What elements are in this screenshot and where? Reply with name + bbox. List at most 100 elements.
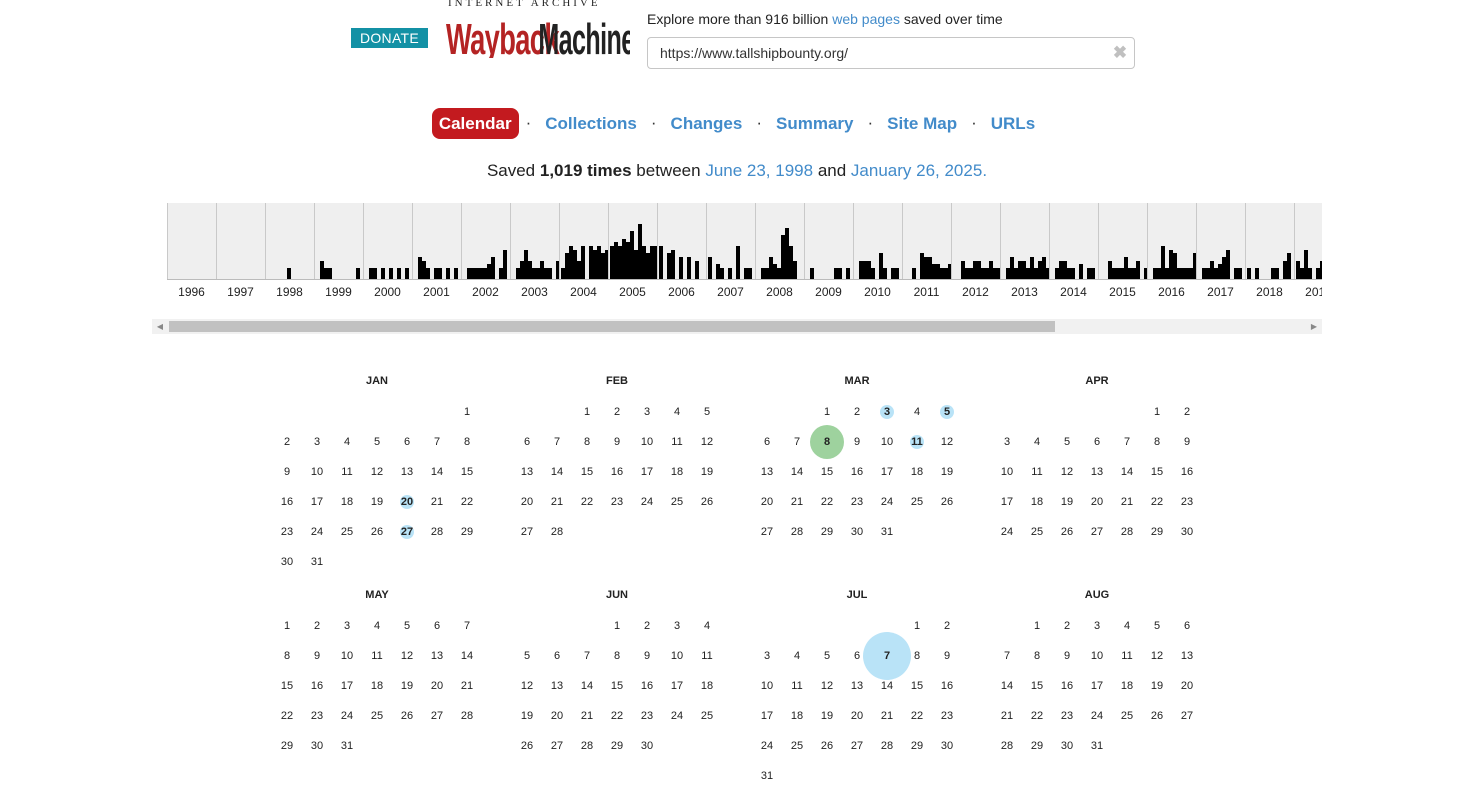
year-label-2017[interactable]: 2017 [1196,285,1245,299]
sparkline-bar [744,268,748,279]
calendar-day: 14 [1120,466,1134,478]
sparkline-bar [838,268,842,279]
sparkline-chart[interactable] [167,203,1322,280]
scrollbar-thumb[interactable] [169,321,1055,332]
calendar-day-snapshot[interactable]: 27 [392,517,422,547]
sparkline-year-bg [167,203,216,280]
calendar-day-snapshot[interactable]: 3 [872,397,902,427]
sparkline-bar [479,268,483,279]
web-pages-link[interactable]: web pages [832,11,900,27]
calendar-day-snapshot[interactable]: 5 [932,397,962,427]
calendar-day: 9 [1183,436,1191,448]
sparkline-bar [695,261,699,279]
calendar-day-snapshot[interactable]: 8 [812,427,842,457]
tab-urls[interactable]: URLs [984,108,1042,139]
calendar-day: 9 [313,650,321,662]
calendar-day: 13 [430,650,444,662]
tab-collections[interactable]: Collections [538,108,644,139]
calendar-day: 24 [1000,526,1014,538]
saved-and: and [817,161,847,180]
url-input[interactable] [660,38,1100,68]
tab-site-map[interactable]: Site Map [880,108,964,139]
year-label-2014[interactable]: 2014 [1049,285,1098,299]
year-label-2010[interactable]: 2010 [853,285,902,299]
calendar-day: 27 [760,526,774,538]
sparkline-bar [1030,257,1034,279]
url-search-box[interactable]: ✖ [647,37,1135,69]
year-label-2001[interactable]: 2001 [412,285,461,299]
sparkline-bar [573,250,577,279]
capture-sparkline[interactable] [167,203,1322,280]
scroll-left-icon[interactable]: ◀ [154,321,166,332]
year-label-2011[interactable]: 2011 [902,285,951,299]
first-capture-link[interactable]: June 23, 1998 [705,161,813,180]
year-label-1996[interactable]: 1996 [167,285,216,299]
sparkline-bar [1296,261,1300,279]
scroll-right-icon[interactable]: ▶ [1308,321,1320,332]
last-capture-link[interactable]: January 26, 2025 [851,161,982,180]
clear-icon[interactable]: ✖ [1110,41,1130,65]
year-label-1997[interactable]: 1997 [216,285,265,299]
sparkline-scrollbar[interactable]: ◀ ▶ [152,319,1322,334]
sparkline-bar [1210,261,1214,279]
calendar-day: 18 [1030,496,1044,508]
sparkline-bar [761,268,765,279]
tab-summary[interactable]: Summary [769,108,860,139]
year-label-2012[interactable]: 2012 [951,285,1000,299]
sparkline-bar [1059,261,1063,279]
year-label-2019[interactable]: 2019 [1294,285,1322,299]
sparkline-bar [356,268,360,279]
tab-calendar[interactable]: Calendar [431,107,519,139]
calendar-day: 9 [853,436,861,448]
year-label-2013[interactable]: 2013 [1000,285,1049,299]
calendar-day: 4 [1033,436,1041,448]
wayback-machine-logo[interactable]: INTERNET ARCHIVE Wayback Machine [446,0,635,64]
sparkline-bar [679,257,683,279]
year-label-2003[interactable]: 2003 [510,285,559,299]
calendar-day: 18 [340,496,354,508]
year-label-2005[interactable]: 2005 [608,285,657,299]
sparkline-bar [405,268,409,279]
year-label-2016[interactable]: 2016 [1147,285,1196,299]
calendar-day: 22 [280,710,294,722]
sparkline-bar [859,261,863,279]
year-label-2004[interactable]: 2004 [559,285,608,299]
year-label-2007[interactable]: 2007 [706,285,755,299]
calendar-day-snapshot[interactable]: 20 [392,487,422,517]
calendar-day: 30 [1180,526,1194,538]
calendar-day: 19 [370,496,384,508]
calendar-day-snapshot[interactable]: 7 [872,641,902,671]
calendar-day: 23 [640,710,654,722]
calendar-day: 15 [280,680,294,692]
calendar-day: 7 [433,436,441,448]
calendar-day: 28 [550,526,564,538]
calendar-day: 10 [670,650,684,662]
calendar-day-snapshot[interactable]: 11 [902,427,932,457]
calendar-day: 27 [520,526,534,538]
year-label-2008[interactable]: 2008 [755,285,804,299]
donate-button[interactable]: DONATE [351,28,428,48]
sparkline-bar [920,253,924,279]
year-label-2018[interactable]: 2018 [1245,285,1294,299]
year-label-2000[interactable]: 2000 [363,285,412,299]
year-label-2006[interactable]: 2006 [657,285,706,299]
calendar-day: 4 [1123,620,1131,632]
year-label-1998[interactable]: 1998 [265,285,314,299]
calendar-day: 29 [460,526,474,538]
calendar-day: 24 [310,526,324,538]
year-label-2009[interactable]: 2009 [804,285,853,299]
year-label-2015[interactable]: 2015 [1098,285,1147,299]
calendar-day: 10 [310,466,324,478]
year-label-1999[interactable]: 1999 [314,285,363,299]
sparkline-bar [1124,257,1128,279]
tab-changes[interactable]: Changes [664,108,750,139]
sparkline-bar [1116,268,1120,279]
year-label-2002[interactable]: 2002 [461,285,510,299]
month-name: MAR [844,375,870,387]
sparkline-bar [561,268,565,279]
calendar-day: 11 [1031,466,1043,478]
sparkline-bar [1071,268,1075,279]
sparkline-bar [1014,268,1018,279]
sparkline-bar [912,268,916,279]
calendar-day: 4 [793,650,801,662]
